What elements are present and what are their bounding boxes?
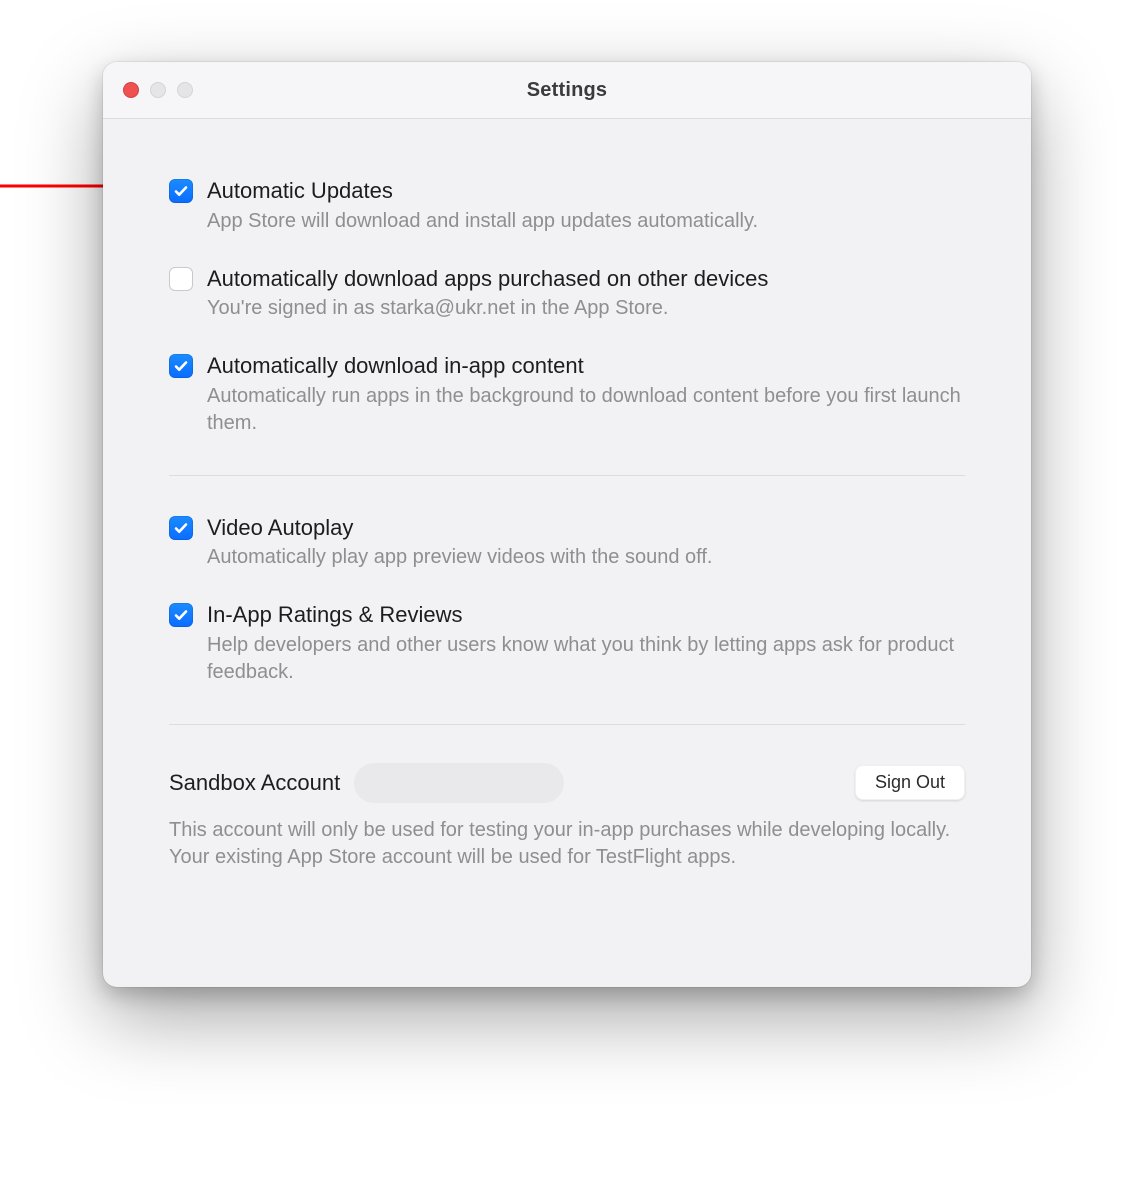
minimize-window-button[interactable]: [150, 82, 166, 98]
setting-label: Automatically download in-app content: [207, 352, 965, 381]
setting-video-autoplay: Video Autoplay Automatically play app pr…: [169, 514, 965, 572]
checkmark-icon: [173, 607, 189, 623]
setting-automatic-updates: Automatic Updates App Store will downloa…: [169, 177, 965, 235]
setting-description: Automatically play app preview videos wi…: [207, 544, 965, 571]
titlebar: Settings: [103, 62, 1031, 119]
setting-description: Help developers and other users know wha…: [207, 632, 965, 686]
settings-content: Automatic Updates App Store will downloa…: [103, 119, 1031, 987]
setting-description: You're signed in as starka@ukr.net in th…: [207, 295, 965, 322]
setting-inapp-ratings: In-App Ratings & Reviews Help developers…: [169, 601, 965, 686]
setting-description: Automatically run apps in the background…: [207, 383, 965, 437]
sandbox-account-row: Sandbox Account Sign Out: [169, 763, 965, 803]
checkbox-auto-download-inapp[interactable]: [169, 354, 193, 378]
sign-out-button[interactable]: Sign Out: [855, 765, 965, 800]
setting-description: App Store will download and install app …: [207, 208, 965, 235]
window-title: Settings: [103, 79, 1031, 102]
checkbox-automatic-updates[interactable]: [169, 179, 193, 203]
sandbox-account-value: [354, 763, 564, 803]
divider: [169, 724, 965, 725]
checkmark-icon: [173, 183, 189, 199]
setting-label: In-App Ratings & Reviews: [207, 601, 965, 630]
zoom-window-button[interactable]: [177, 82, 193, 98]
checkbox-auto-download-purchased[interactable]: [169, 267, 193, 291]
sandbox-account-description: This account will only be used for testi…: [169, 817, 965, 871]
setting-auto-download-purchased: Automatically download apps purchased on…: [169, 265, 965, 323]
divider: [169, 475, 965, 476]
setting-auto-download-inapp: Automatically download in-app content Au…: [169, 352, 965, 437]
setting-label: Video Autoplay: [207, 514, 965, 543]
checkmark-icon: [173, 358, 189, 374]
checkbox-video-autoplay[interactable]: [169, 516, 193, 540]
setting-label: Automatic Updates: [207, 177, 965, 206]
close-window-button[interactable]: [123, 82, 139, 98]
sandbox-account-label: Sandbox Account: [169, 770, 340, 796]
settings-window: Settings Automatic Updates App Store wil…: [103, 62, 1031, 987]
checkbox-inapp-ratings[interactable]: [169, 603, 193, 627]
window-controls: [123, 62, 193, 118]
checkmark-icon: [173, 520, 189, 536]
setting-label: Automatically download apps purchased on…: [207, 265, 965, 294]
